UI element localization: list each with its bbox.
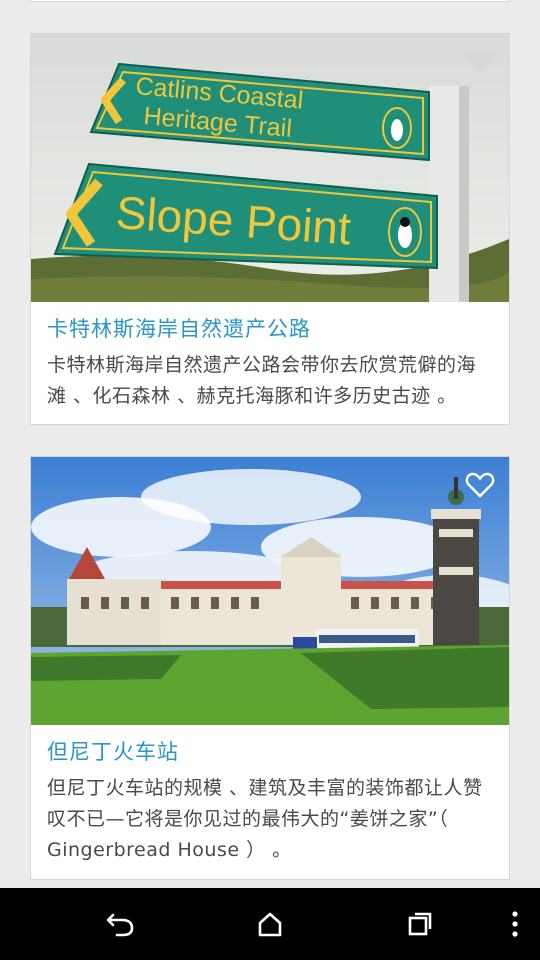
navigation-bar <box>0 888 540 960</box>
home-icon <box>258 912 282 937</box>
heart-filled-icon <box>466 50 494 73</box>
back-button[interactable] <box>90 900 150 948</box>
back-icon <box>106 913 134 937</box>
favorite-button[interactable] <box>465 46 495 76</box>
card-description: 卡特林斯海岸自然遗产公路会带你去欣赏荒僻的海滩 、化石森林 、赫克托海豚和许多历… <box>47 354 477 407</box>
attraction-card-catlins[interactable]: Catlins Coastal Heritage Trail Slope Poi… <box>30 33 510 425</box>
overflow-menu-button[interactable] <box>500 900 530 948</box>
favorite-button[interactable] <box>465 469 495 499</box>
heart-outline-icon <box>465 472 495 498</box>
slope-point-sign-photo: Catlins Coastal Heritage Trail Slope Poi… <box>31 34 509 302</box>
attraction-card-dunedin-station[interactable]: 但尼丁火车站 但尼丁火车站的规模 、建筑及丰富的装饰都让人赞叹不已—它将是你见过… <box>30 456 510 880</box>
card-description: 但尼丁火车站的规模 、建筑及丰富的装饰都让人赞叹不已—它将是你见过的最伟大的“姜… <box>47 777 483 861</box>
home-button[interactable] <box>240 900 300 948</box>
card-image-dunedin-station <box>31 457 509 725</box>
card-title[interactable]: 卡特林斯海岸自然遗产公路 <box>47 314 493 344</box>
screen: Catlins Coastal Heritage Trail Slope Poi… <box>0 0 540 960</box>
overflow-menu-icon <box>512 911 518 937</box>
recents-button[interactable] <box>390 900 450 948</box>
dunedin-station-photo <box>31 457 509 725</box>
recents-icon <box>408 912 432 936</box>
previous-card-bottom <box>30 0 510 2</box>
card-title[interactable]: 但尼丁火车站 <box>47 737 493 767</box>
card-image-slope-point: Catlins Coastal Heritage Trail Slope Poi… <box>31 34 509 302</box>
